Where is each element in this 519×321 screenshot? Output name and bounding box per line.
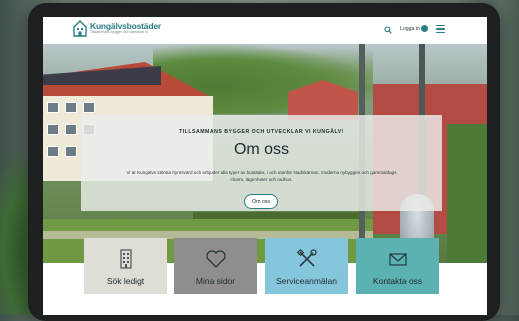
tools-icon [296,248,318,270]
quick-link-label: Kontakta oss [372,276,423,286]
quick-link-sok-ledigt[interactable]: Sök ledigt [84,238,167,294]
search-icon[interactable] [382,24,394,36]
house-window [83,102,95,113]
hero-description: Vi är Kungälvs största hyresvärd och erb… [126,170,397,182]
house-window [65,146,77,157]
house-window [47,124,59,135]
building-icon [115,248,137,270]
house-window [47,102,59,113]
user-icon[interactable] [421,25,428,32]
hero-banner: TILLSAMMANS BYGGER OCH UTVECKLAR VI KUNG… [43,44,487,263]
about-us-button[interactable]: Om oss [244,194,278,209]
hamburger-menu-icon[interactable] [436,25,445,34]
hero-title: Om oss [233,141,290,158]
heart-icon [205,248,227,270]
quick-link-label: Sök ledigt [106,276,145,286]
tablet-screen: TILLSAMMANS BYGGER OCH UTVECKLAR VI KUNG… [43,17,487,315]
site-header: Kungälvsbostäder Tillsammans bygger och … [43,17,487,44]
hero-card: TILLSAMMANS BYGGER OCH UTVECKLAR VI KUNG… [81,115,442,211]
envelope-icon [387,248,409,270]
login-link[interactable]: Logga in [400,26,420,32]
logo-name: Kungälvsbostäder [90,20,161,31]
quick-link-mina-sidor[interactable]: Mina sidor [174,238,257,294]
house-logo-icon [73,20,87,37]
quick-link-serviceanmalan[interactable]: Serviceanmälan [265,238,348,294]
house-window [47,146,59,157]
logo[interactable]: Kungälvsbostäder Tillsammans bygger och … [73,20,161,37]
quick-link-label: Serviceanmälan [276,276,337,286]
quick-link-label: Mina sidor [195,276,236,286]
house-window [65,102,77,113]
quick-link-kontakta-oss[interactable]: Kontakta oss [356,238,439,294]
hero-kicker: TILLSAMMANS BYGGER OCH UTVECKLAR VI KUNG… [179,129,344,135]
logo-tagline: Tillsammans bygger och utvecklar vi [90,30,148,35]
house-window [65,124,77,135]
